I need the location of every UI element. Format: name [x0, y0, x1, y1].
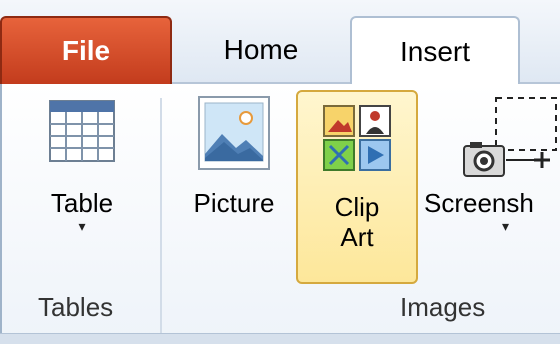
screenshot-camera-icon — [463, 97, 557, 177]
tab-insert-label: Insert — [399, 36, 471, 67]
group-label-images: Images — [400, 292, 486, 322]
group-label-tables: Tables — [38, 292, 114, 322]
tab-home-label: Home — [223, 34, 299, 65]
picture-button[interactable]: Picture — [178, 96, 290, 276]
picture-icon — [198, 96, 270, 170]
tab-insert[interactable]: Insert — [350, 16, 520, 86]
clip-art-label-line2: Art — [340, 222, 374, 252]
clip-art-icon — [323, 105, 391, 171]
ribbon-tab-bar: File Home Insert — [0, 0, 560, 86]
table-grid-icon — [49, 100, 115, 162]
screenshot-button-label: Screensh — [424, 188, 534, 218]
tab-file[interactable]: File — [0, 16, 172, 84]
clip-art-label-line1: Clip — [334, 192, 380, 222]
table-button-label: Table — [50, 188, 114, 218]
table-button[interactable]: Table ▾ — [32, 100, 132, 280]
table-dropdown-arrow: ▾ — [78, 218, 86, 234]
screenshot-dropdown-arrow: ▾ — [502, 218, 510, 234]
screenshot-button[interactable]: Screensh ▾ — [424, 96, 560, 276]
ribbon-bottom-border — [0, 333, 560, 344]
tab-file-label: File — [61, 35, 111, 66]
clip-art-button[interactable]: Clip Art — [296, 90, 418, 284]
ribbon-left-border — [0, 84, 2, 343]
group-separator — [160, 98, 162, 334]
tab-home[interactable]: Home — [172, 16, 350, 84]
picture-button-label: Picture — [193, 188, 275, 218]
